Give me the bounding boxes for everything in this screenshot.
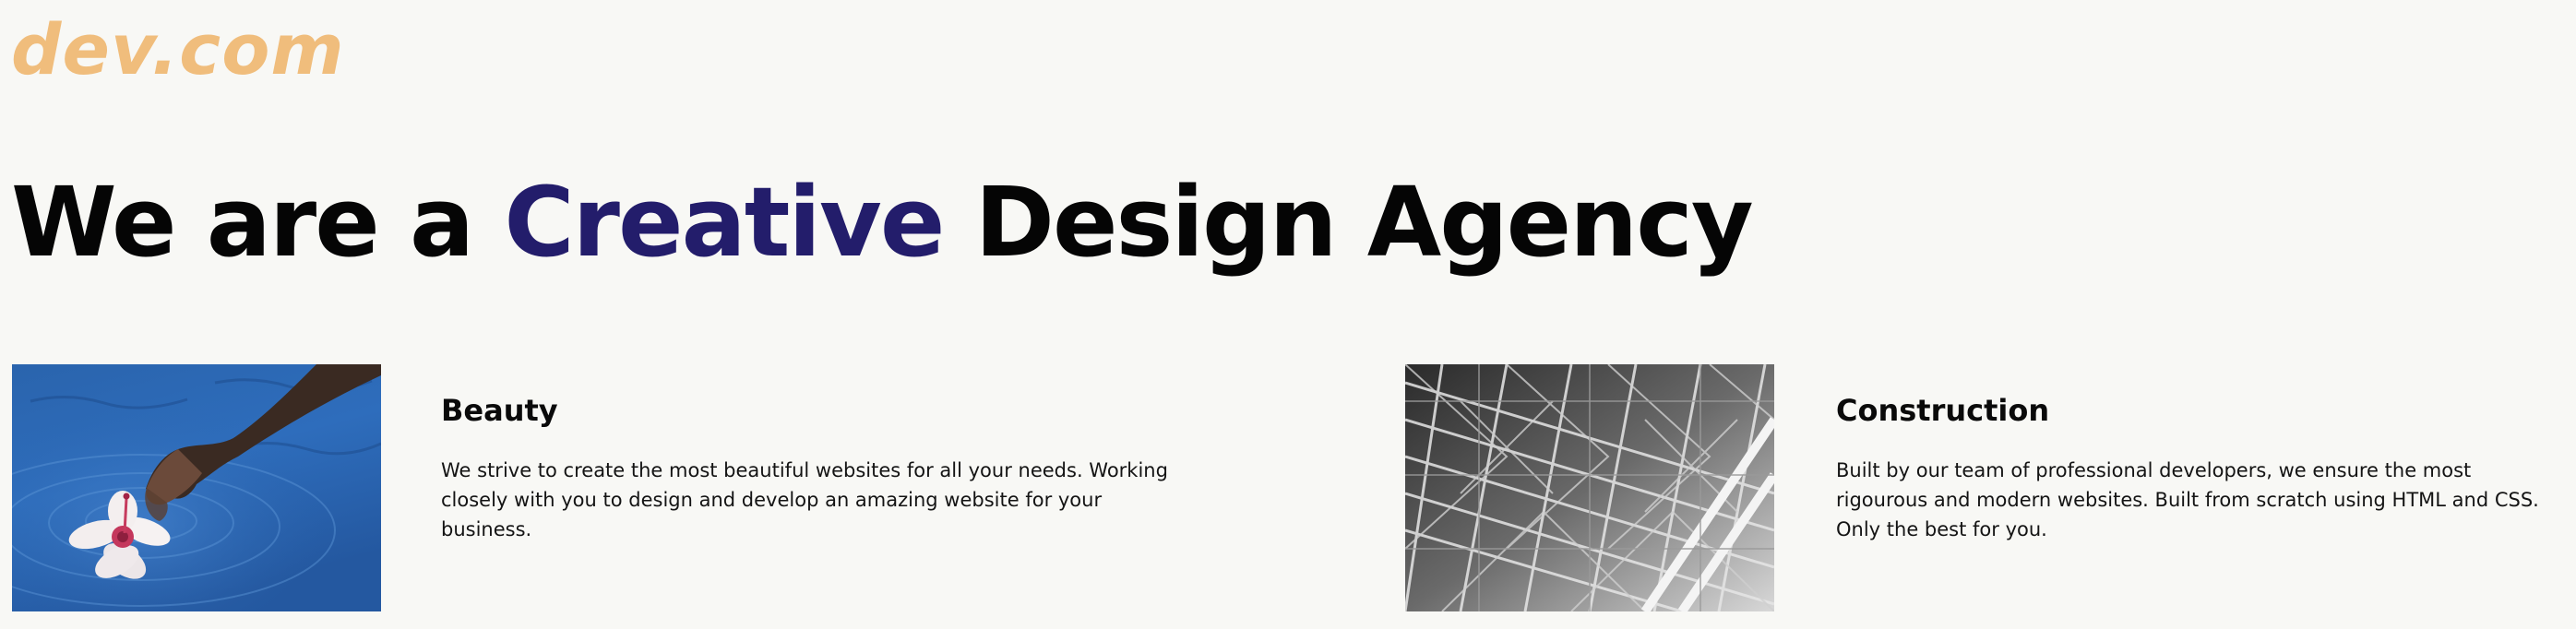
site-logo[interactable]: dev.com (11, 4, 345, 96)
construction-image (1405, 364, 1774, 611)
construction-title: Construction (1836, 393, 2050, 428)
headline-accent-word: Creative (504, 166, 945, 279)
beauty-image (12, 364, 381, 611)
headline-text-end: Design Agency (974, 166, 1754, 279)
beauty-title: Beauty (441, 393, 558, 428)
construction-description: Built by our team of professional develo… (1836, 459, 2539, 540)
hero-headline: We are a Creative Design Agency (11, 162, 1754, 282)
beauty-description: We strive to create the most beautiful w… (441, 459, 1168, 540)
headline-text-start: We are a (11, 166, 474, 279)
